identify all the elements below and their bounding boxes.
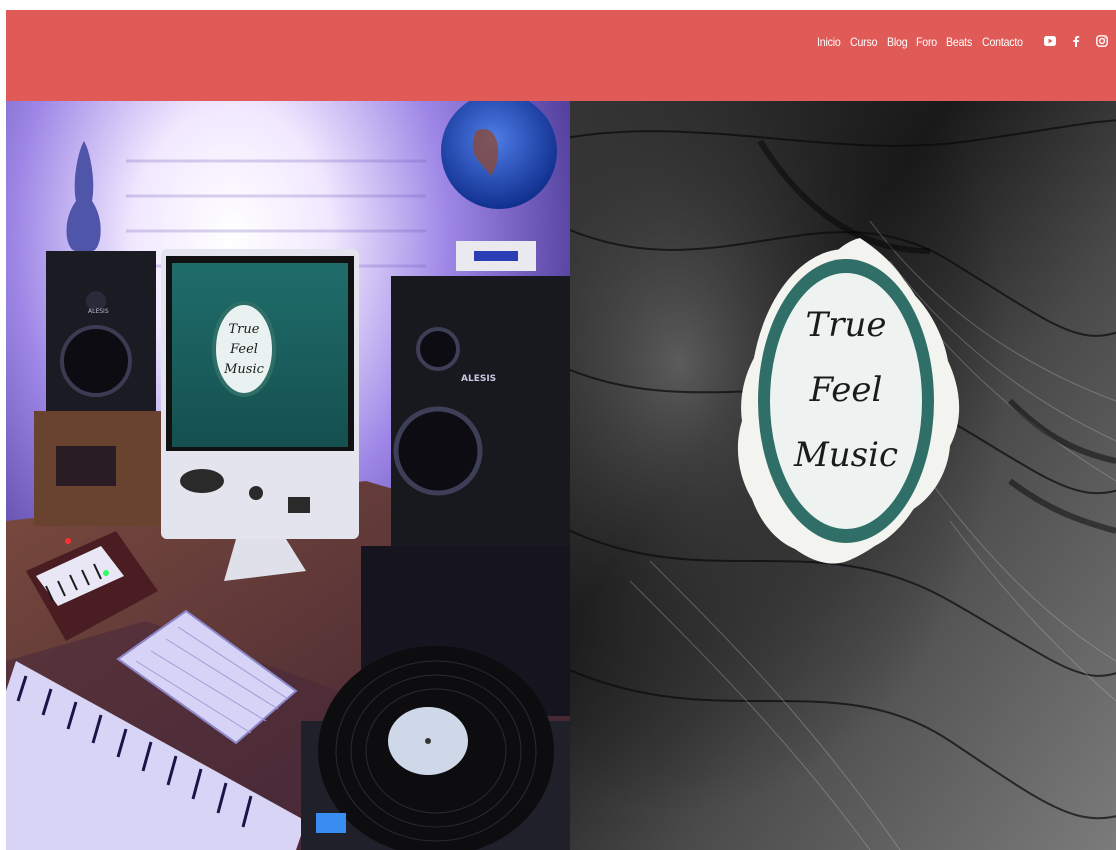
hero-section: ALESIS True Feel Music ALESIS True Feel … — [6, 101, 1116, 850]
social-links — [1044, 35, 1108, 47]
studio-photo: ALESIS True Feel Music ALESIS — [6, 101, 570, 850]
vinyl-background: True Feel Music — [570, 101, 1116, 850]
instagram-icon[interactable] — [1096, 35, 1108, 47]
nav-link-foro[interactable]: Foro — [916, 35, 937, 49]
svg-text:Feel: Feel — [229, 342, 258, 357]
site-header: Inicio Curso Blog Foro Beats Contacto — [6, 10, 1116, 101]
nav-link-beats[interactable]: Beats — [946, 35, 972, 49]
svg-text:ALESIS: ALESIS — [461, 374, 496, 384]
nav-link-contacto[interactable]: Contacto — [982, 35, 1023, 49]
svg-text:True: True — [229, 322, 260, 337]
nav-link-curso[interactable]: Curso — [850, 35, 877, 49]
svg-text:ALESIS: ALESIS — [88, 308, 109, 315]
brand-line-1: True — [806, 305, 887, 345]
brand-line-3: Music — [793, 435, 898, 475]
nav-link-inicio[interactable]: Inicio — [817, 35, 841, 49]
vinyl-illustration: True Feel Music — [570, 101, 1116, 850]
svg-text:Music: Music — [223, 362, 265, 377]
nav-link-blog[interactable]: Blog — [887, 35, 908, 49]
brand-line-2: Feel — [809, 370, 883, 410]
page: Inicio Curso Blog Foro Beats Contacto AL… — [6, 10, 1116, 850]
main-nav: Inicio Curso Blog Foro Beats Contacto — [817, 35, 1024, 49]
youtube-icon[interactable] — [1044, 35, 1056, 47]
studio-illustration: ALESIS True Feel Music ALESIS — [6, 101, 570, 850]
facebook-icon[interactable] — [1070, 35, 1082, 47]
